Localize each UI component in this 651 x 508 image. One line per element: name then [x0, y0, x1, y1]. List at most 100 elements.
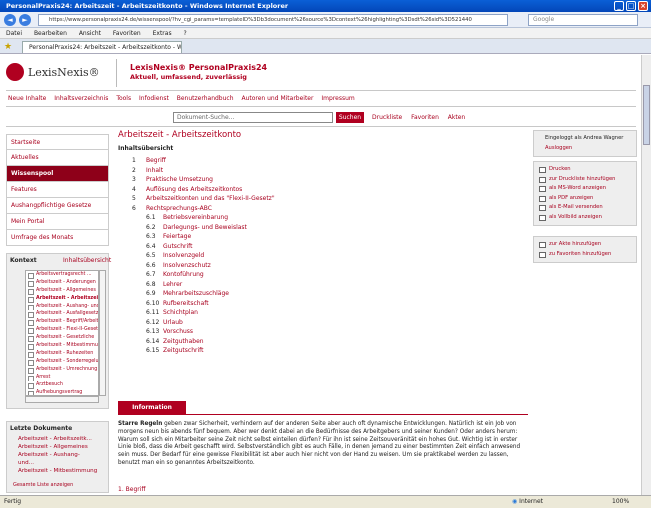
letzte-item[interactable]: Arbeitszeit - Allgemeines: [18, 444, 88, 450]
menu-favoriten[interactable]: Favoriten: [113, 30, 141, 37]
toc-item[interactable]: 6.4 Gutschrift: [118, 242, 526, 252]
toc-link[interactable]: Betriebsvereinbarung: [163, 213, 228, 223]
leftnav-mein-portal[interactable]: Mein Portal: [6, 214, 109, 230]
toc-link[interactable]: Zeitgutschrift: [163, 346, 204, 356]
toc-link[interactable]: Rufbereitschaft: [163, 299, 209, 309]
toc-item[interactable]: 6.3 Feiertage: [118, 232, 526, 242]
nav-inhaltsverzeichnis[interactable]: Inhaltsverzeichnis: [54, 95, 108, 102]
letzte-item[interactable]: Arbeitszeit - Mitbestimmung: [18, 468, 97, 474]
toc-item[interactable]: 6.8 Lehrer: [118, 280, 526, 290]
toc-link[interactable]: Begriff: [146, 156, 166, 166]
nav-infodienst[interactable]: Infodienst: [139, 95, 169, 102]
logout-link[interactable]: Ausloggen: [538, 144, 632, 154]
forward-icon[interactable]: ►: [19, 14, 31, 26]
toc-link[interactable]: Darlegungs- und Beweislast: [163, 223, 247, 233]
toc-link[interactable]: Lehrer: [163, 280, 182, 290]
toc-link[interactable]: Inhalt: [146, 166, 163, 176]
toc-item[interactable]: 6.11 Schichtplan: [118, 308, 526, 318]
toc-item[interactable]: 6.7 Kontoführung: [118, 270, 526, 280]
kontext-item[interactable]: Arbeitszeit - Aushang- und: [26, 303, 98, 311]
nav-tools[interactable]: Tools: [116, 95, 131, 102]
toc-link[interactable]: Kontoführung: [163, 270, 204, 280]
kontext-vertical-scrollbar[interactable]: [99, 270, 106, 396]
toc-item[interactable]: 1 Begriff: [118, 156, 526, 166]
nav-benutzerhandbuch[interactable]: Benutzerhandbuch: [177, 95, 234, 102]
toc-item[interactable]: 2 Inhalt: [118, 166, 526, 176]
toc-link[interactable]: Rechtsprechungs-ABC: [146, 204, 212, 214]
kontext-item[interactable]: Arbeitszeit - Ruhezeiten: [26, 350, 98, 358]
search-button[interactable]: Suchen: [336, 112, 364, 123]
letzte-item[interactable]: Arbeitszeit - Aushang-: [18, 452, 80, 458]
zoom-level[interactable]: 100%: [612, 496, 629, 508]
leftnav-wissenspool[interactable]: Wissenspool: [6, 166, 109, 182]
nav-neue-inhalte[interactable]: Neue Inhalte: [8, 95, 46, 102]
kontext-item[interactable]: Arbeitszeit - Mitbestimmung: [26, 342, 98, 350]
tool-link[interactable]: als Vollbild anzeigen: [538, 213, 632, 223]
menu-help[interactable]: ?: [184, 30, 187, 37]
nav-impressum[interactable]: Impressum: [321, 95, 354, 102]
toc-item[interactable]: 6.9 Mehrarbeitszuschläge: [118, 289, 526, 299]
toc-link[interactable]: Insolvenzschutz: [163, 261, 211, 271]
toc-item[interactable]: 6.5 Insolvenzgeld: [118, 251, 526, 261]
kontext-tree[interactable]: Arbeitsvertragsrecht ... Arbeitszeit - Än…: [25, 270, 99, 396]
leftnav-aktuelles[interactable]: Aktuelles: [6, 150, 109, 166]
menu-extras[interactable]: Extras: [153, 30, 172, 37]
kontext-item[interactable]: Arbeitszeit - Arbeitszeit...: [26, 295, 98, 303]
toc-item[interactable]: 6.2 Darlegungs- und Beweislast: [118, 223, 526, 233]
toc-link[interactable]: Zeitguthaben: [163, 337, 204, 347]
toc-link[interactable]: Arbeitszeitkonten und das "Flexi-II-Gese…: [146, 194, 275, 204]
tool-link[interactable]: Drucken: [538, 165, 632, 175]
letzte-all-link[interactable]: Gesamte Liste anzeigen: [13, 482, 73, 488]
druckliste-link[interactable]: Druckliste: [372, 114, 402, 121]
section-begriff-heading[interactable]: 1. Begriff: [118, 486, 146, 493]
kontext-item[interactable]: Arbeitszeit - Flexi-II-Gesetz: [26, 326, 98, 335]
kontext-item[interactable]: Arrest: [26, 374, 98, 382]
leftnav-umfrage[interactable]: Umfrage des Monats: [6, 230, 109, 246]
kontext-item[interactable]: Arztbesuch: [26, 381, 98, 390]
back-icon[interactable]: ◄: [4, 14, 16, 26]
tool-link[interactable]: als MS-Word anzeigen: [538, 184, 632, 194]
lexisnexis-logo[interactable]: LexisNexis®: [6, 61, 106, 85]
toc-item[interactable]: 6.14 Zeitguthaben: [118, 337, 526, 347]
toc-item[interactable]: 6.1 Betriebsvereinbarung: [118, 213, 526, 223]
toc-item[interactable]: 4 Auflösung des Arbeitszeitkontos: [118, 185, 526, 195]
browser-tab[interactable]: PersonalPraxis24: Arbeitszeit - Arbeitsz…: [22, 41, 182, 53]
browser-search-input[interactable]: Google: [528, 14, 638, 26]
menu-bearbeiten[interactable]: Bearbeiten: [34, 30, 67, 37]
toc-item[interactable]: 6.10 Rufbereitschaft: [118, 299, 526, 309]
kontext-item[interactable]: Arbeitszeit - Allgemeines: [26, 287, 98, 295]
toc-link[interactable]: Vorschuss: [163, 327, 193, 337]
kontext-item[interactable]: Arbeitszeit - Änderungen: [26, 279, 98, 287]
toc-item[interactable]: 6.13 Vorschuss: [118, 327, 526, 337]
kontext-item[interactable]: Arbeitszeit - Ausfallgesetz: [26, 310, 98, 319]
tool-link[interactable]: zu Favoriten hinzufügen: [538, 250, 632, 260]
address-field[interactable]: https://www.personalpraxis24.de/wissensp…: [38, 14, 508, 26]
scrollbar-thumb[interactable]: [643, 85, 650, 145]
page-vertical-scrollbar[interactable]: [641, 55, 651, 495]
nav-autoren[interactable]: Autoren und Mitarbeiter: [241, 95, 313, 102]
kontext-item[interactable]: Arbeitszeit - Sonderregelung: [26, 358, 98, 366]
toc-item[interactable]: 5 Arbeitszeitkonten und das "Flexi-II-Ges…: [118, 194, 526, 204]
toc-item[interactable]: 6.12 Urlaub: [118, 318, 526, 328]
letzte-item[interactable]: und...: [18, 460, 34, 466]
toc-link[interactable]: Mehrarbeitszuschläge: [163, 289, 229, 299]
toc-link[interactable]: Feiertage: [163, 232, 191, 242]
kontext-item[interactable]: Arbeitszeit - Umrechnung: [26, 366, 98, 374]
toc-item[interactable]: 6 Rechtsprechungs-ABC: [118, 204, 526, 214]
leftnav-aushangpflichtige-gesetze[interactable]: Aushangpflichtige Gesetze: [6, 198, 109, 214]
toc-link[interactable]: Gutschrift: [163, 242, 193, 252]
toc-link[interactable]: Insolvenzgeld: [163, 251, 204, 261]
menu-ansicht[interactable]: Ansicht: [79, 30, 101, 37]
toc-item[interactable]: 3 Praktische Umsetzung: [118, 175, 526, 185]
letzte-item[interactable]: Arbeitszeit - Arbeitszeitk...: [18, 436, 92, 442]
kontext-toc-link[interactable]: Inhaltsübersicht: [63, 257, 111, 264]
toc-link[interactable]: Urlaub: [163, 318, 183, 328]
tool-link[interactable]: zur Druckliste hinzufügen: [538, 175, 632, 185]
leftnav-features[interactable]: Features: [6, 182, 109, 198]
favoriten-link[interactable]: Favoriten: [411, 114, 439, 121]
toc-link[interactable]: Auflösung des Arbeitszeitkontos: [146, 185, 242, 195]
minimize-icon[interactable]: _: [614, 1, 624, 11]
favorites-star-icon[interactable]: ★: [4, 42, 12, 52]
tool-link[interactable]: als PDF anzeigen: [538, 194, 632, 204]
toc-item[interactable]: 6.15 Zeitgutschrift: [118, 346, 526, 356]
